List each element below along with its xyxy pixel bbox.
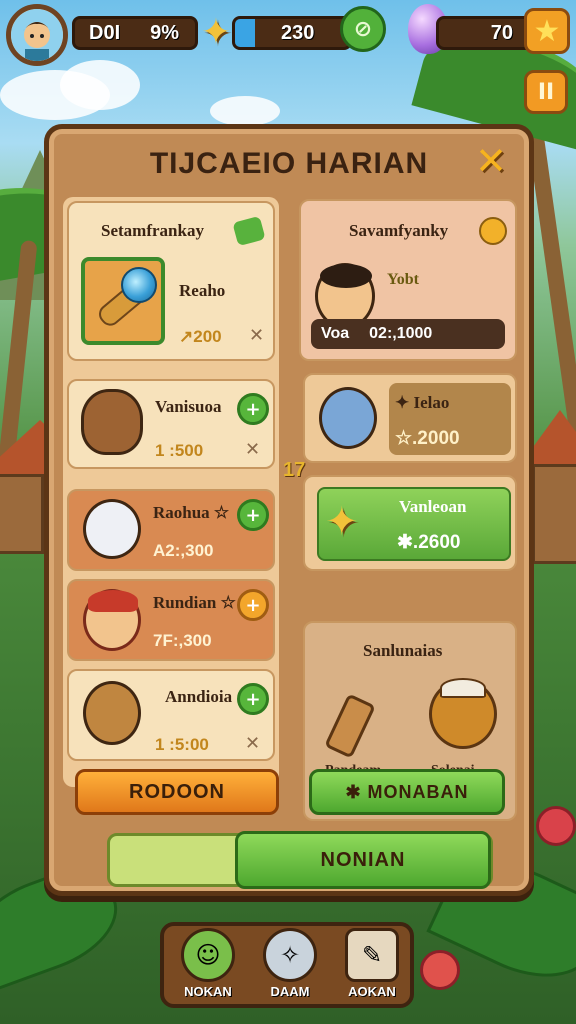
pause-button[interactable]: II [524,70,568,114]
add-button[interactable]: + [237,683,269,715]
gold-coin-icon [479,217,507,245]
monster-icon: ☺ [181,928,235,982]
tab-daam[interactable]: ✧ DAAM [250,926,330,1004]
bottom-tab-bar: ☺ NOKAN ✧ DAAM ✎ AOKAN [160,922,414,1008]
right-feature-bar: Voa 02:,1000 [311,319,505,349]
tab-label: NOKAN [184,984,232,999]
left-item-card[interactable]: Vanisuoa + 1 :500 ✕ [67,379,275,469]
log-item-icon[interactable] [324,679,395,759]
item-value: A2:,300 [153,541,214,560]
right-feature-label: Yobt [387,271,420,288]
item-value: 1 :5:00 [155,735,209,754]
compass-icon: ✧ [263,928,317,982]
add-button[interactable]: + [237,499,269,531]
left-feature-title: Setamfrankay [101,221,204,240]
player-avatar[interactable] [6,4,68,66]
tab-label: DAAM [270,984,310,999]
item-value: ☆.2000 [395,428,460,449]
bear-character [319,387,377,449]
stat-left-value: D0I [89,21,121,44]
stat-bar-left: D0I 9% [72,16,198,50]
puzzle-icon [232,215,266,247]
lion-item-icon[interactable] [429,678,497,749]
add-button[interactable]: + [237,393,269,425]
left-feature-remove[interactable]: ✕ [249,325,264,346]
close-button[interactable]: ✕ [471,141,511,181]
item-name: Rundian ☆ [153,593,236,612]
progress-button[interactable]: NONIAN [235,831,491,889]
tab-nokan[interactable]: ☺ NOKAN [168,926,248,1004]
item-name: Vanleoan [399,497,467,516]
stat-bar-middle: 230 [232,16,352,50]
map-icon: ✎ [345,928,399,982]
right-feature-card[interactable]: Savamfyanky Yobt Voa 02:,1000 [299,199,517,361]
weapon-image [81,257,165,345]
add-resource-icon[interactable]: ⊘ [340,6,386,52]
right-feature-value: 02:,1000 [369,325,433,342]
stat-bar-right: 70 [436,16,536,50]
mouse-character [83,681,141,745]
coin-button[interactable]: + [237,589,269,621]
left-feature-value: ↗200 [179,327,222,346]
tab-aokan[interactable]: ✎ AOKAN [332,926,412,1004]
right-item-card[interactable]: ✦ Vanleoan ✱.2600 [303,475,517,571]
right-feature-caption: Voa [321,325,350,342]
hero-character [83,589,141,651]
item-value: 1 :500 [155,441,204,460]
item-name: ✦ Ielao [395,393,450,412]
item-name: Anndioia [165,687,233,706]
top-hud: D0I 9% ✦ 230 ⊘ 70 ★ [4,4,572,66]
shop-title: Sanlunaias [363,641,443,660]
stat-percent-value: 9% [150,21,180,44]
squirrel-character [81,389,143,455]
right-feature-title: Savamfyanky [349,221,449,240]
left-feature-card[interactable]: Setamfrankay Reaho ↗200 ✕ [67,201,275,361]
item-name: Vanisuoa [155,397,222,416]
left-item-card[interactable]: Rundian ☆ + 7F:,300 [67,579,275,661]
left-feature-name: Reaho [179,281,226,300]
trophy-icon: ✦ [200,11,232,53]
remove-icon[interactable]: ✕ [245,439,260,460]
tab-label: AOKAN [348,984,396,999]
left-action-button[interactable]: RODOON [75,769,279,815]
stat-right-value: 70 [490,21,513,44]
right-action-button[interactable]: ✱ MONABAN [309,769,505,815]
polar-bear-character [83,499,141,559]
star-icon[interactable]: ★ [524,8,570,54]
remove-icon[interactable]: ✕ [245,733,260,754]
left-item-card[interactable]: Anndioia + 1 :5:00 ✕ [67,669,275,761]
stat-middle-fill [235,19,255,47]
stat-middle-value: 230 [281,21,315,44]
left-item-card[interactable]: Raohua ☆ + A2:,300 [67,489,275,571]
item-value: 7F:,300 [153,631,212,650]
daily-missions-panel: TIJCAEIO HARIAN ✕ Setamfrankay Reaho ↗20… [44,124,534,896]
sword-icon: ✦ [325,499,359,545]
panel-title: TIJCAEIO HARIAN [149,147,429,180]
connector-label: 17 [283,459,306,481]
right-item-card[interactable]: ✦ Ielao ☆.2000 [303,373,517,463]
item-value: ✱.2600 [397,532,461,553]
item-name: Raohua ☆ [153,503,230,522]
